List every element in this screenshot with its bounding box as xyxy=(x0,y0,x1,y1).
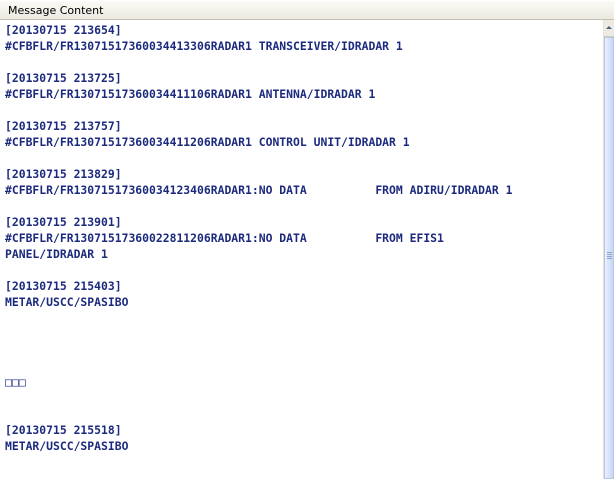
message-window: Message Content [20130715 213654] #CFBFL… xyxy=(0,0,614,479)
grip-line xyxy=(607,256,612,257)
grip-line xyxy=(607,252,612,253)
message-timestamp: [20130715 213654] xyxy=(5,23,122,37)
message-body-continued: PANEL/IDRADAR 1 xyxy=(5,247,108,261)
message-timestamp: [20130715 215518] xyxy=(5,423,122,437)
message-timestamp: [20130715 213901] xyxy=(5,215,122,229)
message-content-area[interactable]: [20130715 213654] #CFBFLR/FR130715173600… xyxy=(0,20,603,479)
message-timestamp: [20130715 215403] xyxy=(5,279,122,293)
scrollbar-thumb[interactable] xyxy=(604,37,614,479)
message-timestamp: [20130715 213725] xyxy=(5,71,122,85)
message-body: METAR/USCC/SPASIBO xyxy=(5,295,129,309)
message-body: #CFBFLR/FR13071517360034411206RADAR1 CON… xyxy=(5,135,410,149)
vertical-scrollbar[interactable] xyxy=(603,20,614,479)
message-body: #CFBFLR/FR13071517360034413306RADAR1 TRA… xyxy=(5,39,403,53)
message-body: METAR/USCC/SPASIBO xyxy=(5,439,129,453)
message-body: #CFBFLR/FR13071517360034411106RADAR1 ANT… xyxy=(5,87,376,101)
column-header-row: Message Content xyxy=(0,0,614,20)
message-timestamp: [20130715 213829] xyxy=(5,167,122,181)
message-body: #CFBFLR/FR13071517360034123406RADAR1:NO … xyxy=(5,183,513,197)
grip-line xyxy=(607,254,612,255)
scroll-up-arrow-icon[interactable] xyxy=(604,20,614,37)
message-timestamp: [20130715 213757] xyxy=(5,119,122,133)
column-header-message-content[interactable]: Message Content xyxy=(0,1,103,20)
unprintable-characters: □□□ xyxy=(5,375,26,389)
grip-line xyxy=(607,258,612,259)
message-body: #CFBFLR/FR13071517360022811206RADAR1:NO … xyxy=(5,231,444,245)
